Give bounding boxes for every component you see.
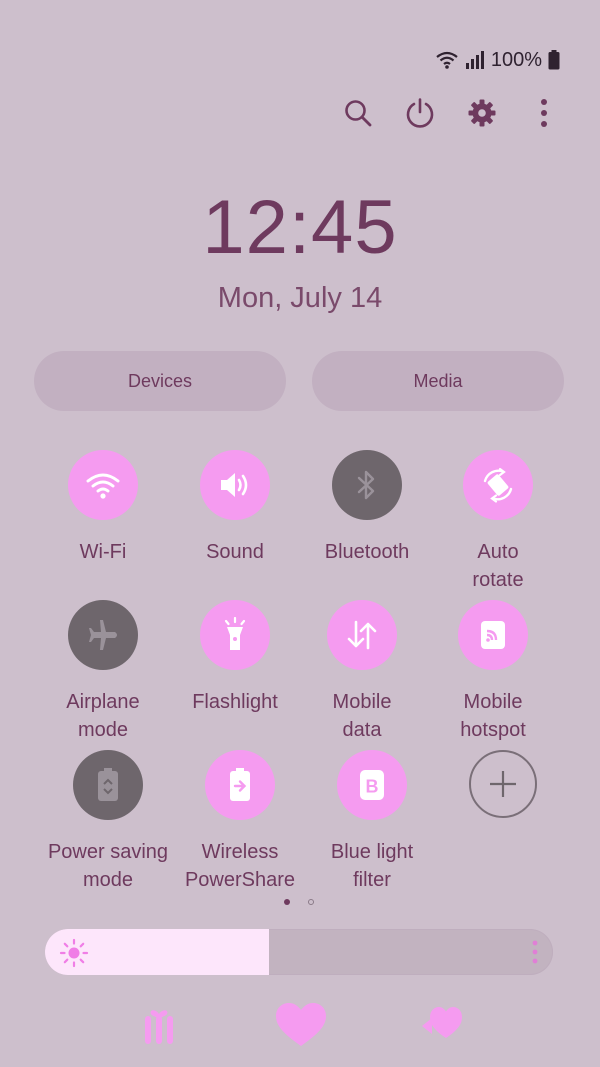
tile-label: Mobile data [332,691,392,741]
clock-date[interactable]: Mon, July 14 [0,282,600,315]
search-icon [345,100,372,127]
battery-percent: 100% [490,48,542,71]
brightness-slider[interactable] [45,929,553,975]
tile-auto-rotate[interactable]: Auto rotate [432,450,564,594]
tile-label: Mobile hotspot [460,691,526,741]
tile-blue-light-filter-toggle[interactable]: B [337,750,407,820]
tile-mobile-hotspot-toggle[interactable] [458,600,528,670]
power-button[interactable] [400,92,440,134]
devices-button[interactable]: Devices [34,351,286,411]
gear-icon [468,99,496,127]
media-label: Media [413,370,463,391]
tile-label: Power saving mode [47,841,169,891]
tile-wireless-powershare[interactable]: Wireless PowerShare [174,750,306,894]
bluetooth-icon [357,470,375,500]
flashlight-icon [224,617,246,650]
tile-sound[interactable]: Sound [169,450,301,566]
tile-wifi[interactable]: Wi-Fi [37,450,169,566]
mobile-data-icon [347,620,377,650]
tile-mobile-data[interactable]: Mobile data [296,600,428,744]
tile-flashlight-toggle[interactable] [200,600,270,670]
page-indicator [284,899,314,905]
hotspot-icon [481,621,505,649]
tile-sound-toggle[interactable] [200,450,270,520]
rotate-icon [483,467,513,503]
add-icon [490,771,516,797]
search-button[interactable] [338,92,378,134]
tile-bluetooth[interactable]: Bluetooth [301,450,433,566]
tile-label: Airplane mode [66,691,140,741]
tile-wireless-powershare-toggle[interactable] [205,750,275,820]
tile-flashlight[interactable]: Flashlight [169,600,301,716]
tile-auto-rotate-toggle[interactable] [463,450,533,520]
tile-label: Wi-Fi [79,541,127,563]
brightness-more-icon[interactable] [531,940,539,964]
power-saving-icon [98,768,118,801]
battery-icon [548,50,560,70]
media-button[interactable]: Media [312,351,564,411]
tile-label: Flashlight [192,691,278,713]
sun-icon [59,938,89,968]
blue-light-icon: B [360,770,384,800]
top-actions [338,92,564,134]
more-vert-icon [541,99,547,127]
add-tile-button[interactable] [469,750,537,818]
tile-mobile-data-toggle[interactable] [327,600,397,670]
tile-label: Auto rotate [472,541,524,591]
tile-bluetooth-toggle[interactable] [332,450,402,520]
tile-power-saving[interactable]: Power saving mode [42,750,174,894]
powershare-icon [230,768,250,801]
status-bar: 100% [435,46,560,74]
airplane-icon [89,620,117,650]
page-dot-active [284,899,290,905]
devices-label: Devices [127,370,193,391]
tile-label: Wireless PowerShare [184,841,296,891]
tile-label: Sound [206,541,264,563]
signal-icon [465,51,484,69]
recents-icon[interactable] [141,1002,177,1046]
tile-blue-light-filter[interactable]: B Blue light filter [306,750,438,894]
back-icon[interactable] [418,1002,464,1042]
tile-mobile-hotspot[interactable]: Mobile hotspot [427,600,559,744]
power-icon [406,98,434,128]
tile-wifi-toggle[interactable] [68,450,138,520]
tile-power-saving-toggle[interactable] [73,750,143,820]
bottom-nav [0,1002,600,1052]
more-options-button[interactable] [524,92,564,134]
clock-time[interactable]: 12:45 [0,184,600,271]
settings-button[interactable] [462,92,502,134]
wifi-icon [86,473,120,499]
tile-airplane-mode[interactable]: Airplane mode [37,600,169,744]
tile-label: Blue light filter [330,841,414,891]
tile-airplane-mode-toggle[interactable] [68,600,138,670]
wifi-icon [436,51,458,69]
page-dot [308,899,314,905]
svg-text:B: B [366,777,379,797]
home-heart-icon[interactable] [274,1002,328,1048]
sound-icon [221,473,248,497]
tile-label: Bluetooth [324,541,410,563]
tile-add[interactable] [437,750,569,818]
